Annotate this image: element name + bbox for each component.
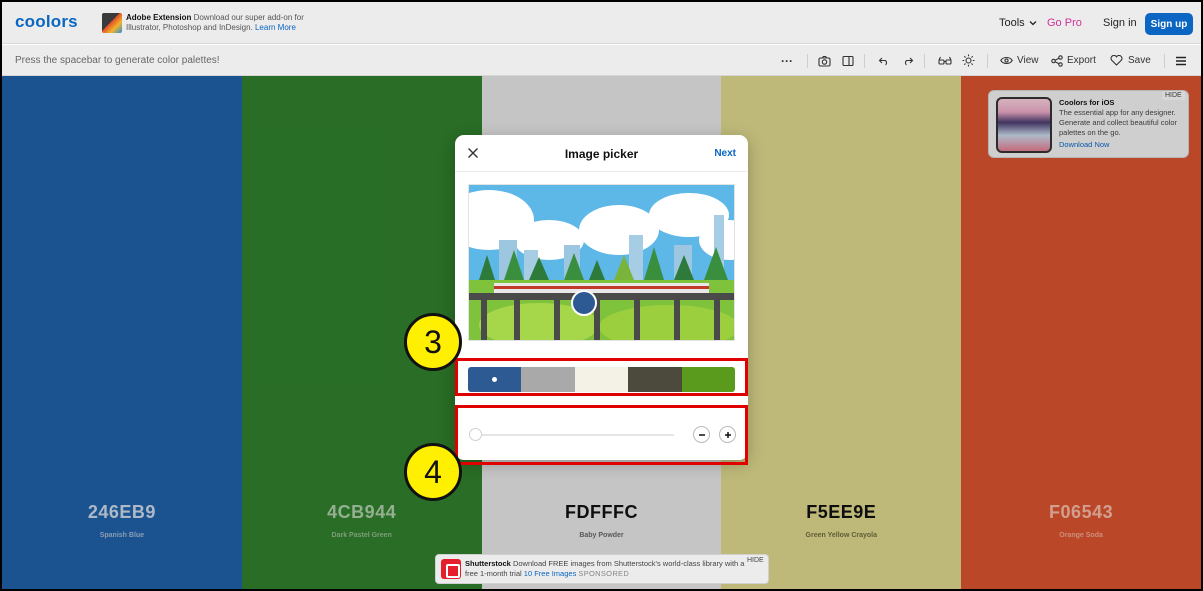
adobe-extension-promo: Adobe Extension Download our super add-o… bbox=[126, 13, 326, 33]
annotation-badge-3: 3 bbox=[404, 313, 462, 371]
heart-icon bbox=[1110, 55, 1123, 66]
tools-label: Tools bbox=[999, 17, 1025, 29]
top-nav: coolors Adobe Extension Download our sup… bbox=[2, 2, 1201, 44]
annotation-box-4 bbox=[455, 405, 748, 465]
sponsor-banner: Shutterstock Download FREE images from S… bbox=[435, 554, 769, 584]
train-landscape-image bbox=[469, 185, 734, 340]
sidebar-panel-icon bbox=[842, 55, 854, 66]
sponsor-link[interactable]: 10 Free Images bbox=[524, 569, 577, 578]
view-label: View bbox=[1017, 55, 1039, 66]
modal-title: Image picker bbox=[564, 147, 639, 161]
sign-in-link[interactable]: Sign in bbox=[1103, 2, 1137, 44]
toolbar-divider bbox=[924, 54, 925, 68]
toolbar-divider bbox=[864, 54, 865, 68]
next-button[interactable]: Next bbox=[714, 148, 736, 159]
modal-header-divider bbox=[455, 171, 748, 172]
toolbar-divider bbox=[807, 54, 808, 68]
annotation-box-3 bbox=[455, 358, 748, 396]
spacebar-hint: Press the spacebar to generate color pal… bbox=[15, 55, 220, 66]
color-blindness-button[interactable] bbox=[938, 45, 952, 76]
camera-icon bbox=[818, 55, 831, 67]
hamburger-menu-icon bbox=[1176, 56, 1186, 65]
save-label: Save bbox=[1128, 55, 1151, 66]
camera-button[interactable] bbox=[818, 45, 831, 76]
ext-learn-more-link[interactable]: Learn More bbox=[255, 23, 296, 32]
sponsored-label: SPONSORED bbox=[578, 569, 630, 578]
sponsor-text: Shutterstock Download FREE images from S… bbox=[465, 559, 745, 579]
sponsor-hide-button[interactable]: HIDE bbox=[747, 557, 764, 564]
toolbar-divider bbox=[1164, 54, 1165, 68]
theme-toggle-button[interactable] bbox=[962, 45, 975, 76]
save-button[interactable]: Save bbox=[1110, 45, 1151, 76]
coolors-logo[interactable]: coolors bbox=[15, 12, 78, 32]
shutterstock-logo-icon bbox=[441, 559, 461, 579]
panel-toggle-button[interactable] bbox=[842, 45, 854, 76]
toolbar-divider bbox=[987, 54, 988, 68]
export-label: Export bbox=[1067, 55, 1096, 66]
more-options-button[interactable]: ··· bbox=[781, 45, 793, 76]
view-button[interactable]: View bbox=[1000, 45, 1039, 76]
export-button[interactable]: Export bbox=[1051, 45, 1096, 76]
tools-menu[interactable]: Tools bbox=[999, 2, 1038, 44]
chevron-down-icon bbox=[1029, 21, 1037, 26]
redo-button[interactable] bbox=[902, 45, 914, 76]
go-pro-link[interactable]: Go Pro bbox=[1047, 2, 1082, 44]
app-frame: coolors Adobe Extension Download our sup… bbox=[2, 2, 1201, 589]
source-image[interactable] bbox=[468, 184, 735, 341]
sun-icon bbox=[962, 54, 975, 67]
undo-icon bbox=[878, 57, 888, 65]
glasses-icon bbox=[938, 56, 952, 65]
annotation-badge-4: 4 bbox=[404, 443, 462, 501]
sign-up-button[interactable]: Sign up bbox=[1145, 13, 1193, 35]
sponsor-brand: Shutterstock bbox=[465, 559, 511, 568]
adobe-extension-icon bbox=[102, 13, 122, 33]
ext-title: Adobe Extension bbox=[126, 13, 192, 22]
share-icon bbox=[1051, 54, 1063, 67]
eye-icon bbox=[1000, 56, 1013, 65]
sponsor-download-text: Download bbox=[512, 559, 547, 568]
undo-button[interactable] bbox=[878, 45, 890, 76]
redo-icon bbox=[904, 57, 914, 65]
toolbar: Press the spacebar to generate color pal… bbox=[2, 45, 1201, 76]
main-menu-button[interactable] bbox=[1175, 45, 1187, 76]
